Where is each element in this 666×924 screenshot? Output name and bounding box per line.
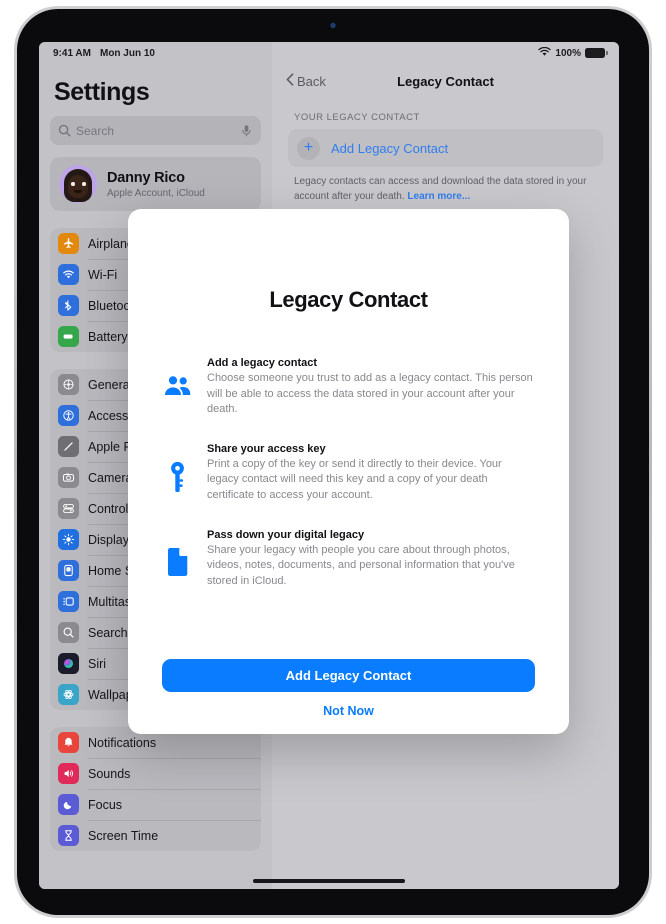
microphone-icon[interactable] (240, 124, 253, 137)
sidebar-item-label: Camera (88, 470, 133, 485)
feature-title: Add a legacy contact (207, 357, 318, 369)
account-name: Danny Rico (107, 169, 185, 186)
battery-full-icon (585, 48, 608, 58)
sidebar-item-sounds[interactable]: Sounds (50, 758, 261, 789)
search-bar[interactable] (50, 116, 261, 145)
account-row[interactable]: Danny Rico Apple Account, iCloud (50, 157, 261, 211)
status-date: Mon Jun 10 (99, 47, 155, 59)
sidebar-item-screen-time[interactable]: Screen Time (50, 820, 261, 851)
page-title: Settings (54, 78, 150, 106)
wifi-icon (58, 264, 79, 285)
sidebar-item-label: Wi-Fi (88, 267, 118, 282)
home-screen-icon (58, 560, 79, 581)
add-legacy-contact-label: Add Legacy Contact (331, 140, 449, 156)
search-input[interactable] (76, 123, 235, 138)
navigation-bar: Back Legacy Contact (272, 64, 619, 98)
back-button-label: Back (297, 73, 326, 89)
screen: 9:41 AM Mon Jun 10 100% Settings Search … (39, 42, 619, 889)
battery-percent-label: 100% (555, 47, 581, 59)
two-people-icon (162, 357, 192, 396)
feature-item: Share your access key Print a copy of the… (162, 443, 535, 504)
search-icon (58, 124, 71, 137)
sidebar-item-label: General (88, 377, 133, 392)
speaker-icon (58, 763, 79, 784)
sidebar-item-label: Siri (88, 656, 107, 671)
multitasking-icon (58, 591, 79, 612)
status-time: 9:41 AM (53, 47, 91, 59)
device-frame: 9:41 AM Mon Jun 10 100% Settings Search … (14, 6, 652, 918)
feature-description: Print a copy of the key or send it direc… (207, 457, 502, 502)
feature-item: Add a legacy contact Choose someone you t… (162, 357, 535, 418)
gear-icon (58, 374, 79, 395)
back-button[interactable]: Back (286, 73, 326, 89)
chevron-left-icon (286, 73, 294, 89)
control-center-icon (58, 498, 79, 519)
accessibility-icon (58, 405, 79, 426)
sidebar-group: Notifications Sounds Focus Screen Time (50, 727, 261, 851)
front-camera-icon (330, 23, 336, 28)
moon-icon (58, 794, 79, 815)
bluetooth-icon (58, 295, 79, 316)
hourglass-icon (58, 825, 79, 846)
camera-icon (58, 467, 79, 488)
modal-title: Legacy Contact (269, 287, 428, 312)
plus-icon: + (297, 136, 320, 160)
key-icon (162, 443, 192, 493)
brightness-icon (58, 529, 79, 550)
sidebar-item-focus[interactable]: Focus (50, 789, 261, 820)
account-subtitle: Apple Account, iCloud (107, 187, 205, 199)
sidebar-item-label: Notifications (88, 735, 157, 750)
section-header: YOUR LEGACY CONTACT (294, 112, 420, 123)
learn-more-link[interactable]: Learn more... (407, 191, 470, 202)
feature-description: Choose someone you trust to add as a leg… (207, 372, 533, 416)
sidebar-item-label: Sounds (88, 766, 131, 781)
search-icon (58, 622, 79, 643)
status-bar: 9:41 AM Mon Jun 10 100% (39, 42, 619, 64)
battery-icon (58, 326, 79, 347)
airplane-icon (58, 233, 79, 254)
add-legacy-contact-row[interactable]: + Add Legacy Contact (288, 129, 603, 167)
status-bar-right: 100% (538, 46, 608, 60)
home-indicator[interactable] (253, 879, 405, 883)
bell-icon (58, 732, 79, 753)
document-icon (162, 529, 192, 576)
wifi-icon (538, 46, 552, 60)
sidebar-item-label: Focus (88, 797, 123, 812)
add-legacy-contact-button[interactable]: Add Legacy Contact (162, 659, 535, 692)
wallpaper-icon (58, 684, 79, 705)
sidebar-item-label: Battery (88, 329, 128, 344)
feature-title: Pass down your digital legacy (207, 528, 365, 541)
footnote: Legacy contacts can access and download … (288, 167, 603, 204)
sidebar-item-label: Search (88, 625, 128, 640)
sidebar-item-label: Screen Time (88, 828, 159, 843)
not-now-button[interactable]: Not Now (162, 704, 535, 718)
device-bezel: 9:41 AM Mon Jun 10 100% Settings Search … (17, 9, 649, 915)
status-bar-left: 9:41 AM Mon Jun 10 (53, 48, 155, 59)
siri-icon (58, 653, 79, 674)
modal-actions: Add Legacy Contact Not Now (162, 659, 535, 734)
feature-list: Add a legacy contact Choose someone you t… (162, 357, 535, 614)
feature-description: Share your legacy with people you care a… (207, 543, 515, 587)
feature-item: Pass down your digital legacy Share your … (162, 529, 535, 590)
feature-title: Share your access key (207, 442, 326, 455)
avatar (59, 165, 97, 203)
pencil-icon (58, 436, 79, 457)
legacy-contact-modal: Legacy Contact Add a legacy contact Choos… (128, 209, 569, 734)
